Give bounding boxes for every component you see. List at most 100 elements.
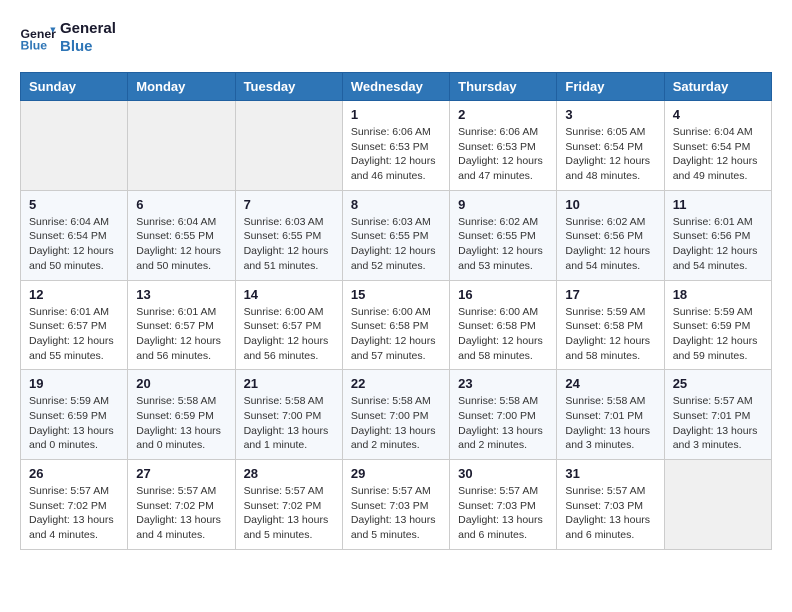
day-number: 26	[29, 466, 119, 481]
calendar-cell: 6 Sunrise: 6:04 AM Sunset: 6:55 PM Daylig…	[128, 190, 235, 280]
day-info: Sunrise: 6:02 AM Sunset: 6:55 PM Dayligh…	[458, 215, 548, 274]
day-info: Sunrise: 5:59 AM Sunset: 6:59 PM Dayligh…	[673, 305, 763, 364]
day-info: Sunrise: 5:57 AM Sunset: 7:02 PM Dayligh…	[29, 484, 119, 543]
day-number: 28	[244, 466, 334, 481]
svg-text:Blue: Blue	[21, 38, 48, 52]
calendar-week-row: 1Sunrise: 6:06 AM Sunset: 6:53 PM Daylig…	[21, 101, 772, 191]
day-header-saturday: Saturday	[664, 73, 771, 101]
calendar-cell	[21, 101, 128, 191]
calendar-cell: 3 Sunrise: 6:05 AM Sunset: 6:54 PM Daylig…	[557, 101, 664, 191]
day-info: Sunrise: 6:00 AM Sunset: 6:58 PM Dayligh…	[351, 305, 441, 364]
calendar-cell: 13Sunrise: 6:01 AM Sunset: 6:57 PM Dayli…	[128, 280, 235, 370]
calendar-cell: 18 Sunrise: 5:59 AM Sunset: 6:59 PM Dayli…	[664, 280, 771, 370]
day-info: Sunrise: 5:59 AM Sunset: 6:58 PM Dayligh…	[565, 305, 655, 364]
calendar-cell: 27Sunrise: 5:57 AM Sunset: 7:02 PM Dayli…	[128, 460, 235, 550]
day-info: Sunrise: 6:04 AM Sunset: 6:54 PM Dayligh…	[673, 125, 763, 184]
day-number: 31	[565, 466, 655, 481]
calendar-cell	[235, 101, 342, 191]
day-number: 20	[136, 376, 226, 391]
day-number: 21	[244, 376, 334, 391]
header: General Blue General Blue	[20, 20, 772, 56]
calendar-cell: 9 Sunrise: 6:02 AM Sunset: 6:55 PM Daylig…	[450, 190, 557, 280]
day-info: Sunrise: 5:58 AM Sunset: 7:00 PM Dayligh…	[244, 394, 334, 453]
day-info: Sunrise: 5:57 AM Sunset: 7:03 PM Dayligh…	[565, 484, 655, 543]
day-info: Sunrise: 6:06 AM Sunset: 6:53 PM Dayligh…	[458, 125, 548, 184]
day-info: Sunrise: 5:58 AM Sunset: 6:59 PM Dayligh…	[136, 394, 226, 453]
calendar-week-row: 19 Sunrise: 5:59 AM Sunset: 6:59 PM Dayli…	[21, 370, 772, 460]
day-info: Sunrise: 6:03 AM Sunset: 6:55 PM Dayligh…	[244, 215, 334, 274]
calendar-cell: 11 Sunrise: 6:01 AM Sunset: 6:56 PM Dayli…	[664, 190, 771, 280]
day-info: Sunrise: 6:01 AM Sunset: 6:57 PM Dayligh…	[29, 305, 119, 364]
calendar-cell: 17 Sunrise: 5:59 AM Sunset: 6:58 PM Dayli…	[557, 280, 664, 370]
day-number: 17	[565, 287, 655, 302]
day-info: Sunrise: 6:00 AM Sunset: 6:58 PM Dayligh…	[458, 305, 548, 364]
day-info: Sunrise: 5:59 AM Sunset: 6:59 PM Dayligh…	[29, 394, 119, 453]
calendar-cell	[128, 101, 235, 191]
calendar-cell: 23 Sunrise: 5:58 AM Sunset: 7:00 PM Dayli…	[450, 370, 557, 460]
day-number: 19	[29, 376, 119, 391]
day-number: 18	[673, 287, 763, 302]
day-info: Sunrise: 5:58 AM Sunset: 7:00 PM Dayligh…	[458, 394, 548, 453]
calendar-cell: 21 Sunrise: 5:58 AM Sunset: 7:00 PM Dayli…	[235, 370, 342, 460]
day-info: Sunrise: 6:05 AM Sunset: 6:54 PM Dayligh…	[565, 125, 655, 184]
day-info: Sunrise: 5:57 AM Sunset: 7:01 PM Dayligh…	[673, 394, 763, 453]
day-info: Sunrise: 6:01 AM Sunset: 6:56 PM Dayligh…	[673, 215, 763, 274]
day-number: 25	[673, 376, 763, 391]
logo-icon: General Blue	[20, 24, 56, 52]
day-info: Sunrise: 6:01 AM Sunset: 6:57 PM Dayligh…	[136, 305, 226, 364]
day-header-friday: Friday	[557, 73, 664, 101]
day-number: 7	[244, 197, 334, 212]
day-info: Sunrise: 6:04 AM Sunset: 6:54 PM Dayligh…	[29, 215, 119, 274]
logo-line2: Blue	[60, 38, 116, 56]
day-number: 14	[244, 287, 334, 302]
logo: General Blue General Blue	[20, 20, 116, 56]
day-number: 10	[565, 197, 655, 212]
day-number: 6	[136, 197, 226, 212]
day-info: Sunrise: 6:06 AM Sunset: 6:53 PM Dayligh…	[351, 125, 441, 184]
day-header-monday: Monday	[128, 73, 235, 101]
calendar-week-row: 12Sunrise: 6:01 AM Sunset: 6:57 PM Dayli…	[21, 280, 772, 370]
calendar-cell	[664, 460, 771, 550]
day-info: Sunrise: 5:58 AM Sunset: 7:00 PM Dayligh…	[351, 394, 441, 453]
calendar: SundayMondayTuesdayWednesdayThursdayFrid…	[20, 72, 772, 550]
calendar-cell: 12Sunrise: 6:01 AM Sunset: 6:57 PM Dayli…	[21, 280, 128, 370]
day-number: 5	[29, 197, 119, 212]
day-number: 30	[458, 466, 548, 481]
calendar-cell: 26 Sunrise: 5:57 AM Sunset: 7:02 PM Dayli…	[21, 460, 128, 550]
day-number: 4	[673, 107, 763, 122]
day-number: 11	[673, 197, 763, 212]
day-header-thursday: Thursday	[450, 73, 557, 101]
calendar-cell: 25 Sunrise: 5:57 AM Sunset: 7:01 PM Dayli…	[664, 370, 771, 460]
day-info: Sunrise: 5:58 AM Sunset: 7:01 PM Dayligh…	[565, 394, 655, 453]
day-number: 23	[458, 376, 548, 391]
day-number: 9	[458, 197, 548, 212]
day-info: Sunrise: 6:04 AM Sunset: 6:55 PM Dayligh…	[136, 215, 226, 274]
day-header-sunday: Sunday	[21, 73, 128, 101]
calendar-cell: 29 Sunrise: 5:57 AM Sunset: 7:03 PM Dayli…	[342, 460, 449, 550]
day-number: 16	[458, 287, 548, 302]
calendar-header-row: SundayMondayTuesdayWednesdayThursdayFrid…	[21, 73, 772, 101]
day-number: 8	[351, 197, 441, 212]
day-number: 29	[351, 466, 441, 481]
calendar-week-row: 26 Sunrise: 5:57 AM Sunset: 7:02 PM Dayli…	[21, 460, 772, 550]
calendar-cell: 1Sunrise: 6:06 AM Sunset: 6:53 PM Daylig…	[342, 101, 449, 191]
calendar-cell: 28Sunrise: 5:57 AM Sunset: 7:02 PM Dayli…	[235, 460, 342, 550]
day-header-wednesday: Wednesday	[342, 73, 449, 101]
day-number: 2	[458, 107, 548, 122]
calendar-cell: 4 Sunrise: 6:04 AM Sunset: 6:54 PM Daylig…	[664, 101, 771, 191]
calendar-cell: 16 Sunrise: 6:00 AM Sunset: 6:58 PM Dayli…	[450, 280, 557, 370]
calendar-cell: 14Sunrise: 6:00 AM Sunset: 6:57 PM Dayli…	[235, 280, 342, 370]
calendar-cell: 10 Sunrise: 6:02 AM Sunset: 6:56 PM Dayli…	[557, 190, 664, 280]
day-info: Sunrise: 6:03 AM Sunset: 6:55 PM Dayligh…	[351, 215, 441, 274]
calendar-cell: 22 Sunrise: 5:58 AM Sunset: 7:00 PM Dayli…	[342, 370, 449, 460]
day-number: 22	[351, 376, 441, 391]
calendar-week-row: 5 Sunrise: 6:04 AM Sunset: 6:54 PM Daylig…	[21, 190, 772, 280]
calendar-cell: 5 Sunrise: 6:04 AM Sunset: 6:54 PM Daylig…	[21, 190, 128, 280]
calendar-cell: 24Sunrise: 5:58 AM Sunset: 7:01 PM Dayli…	[557, 370, 664, 460]
calendar-cell: 30Sunrise: 5:57 AM Sunset: 7:03 PM Dayli…	[450, 460, 557, 550]
calendar-cell: 20 Sunrise: 5:58 AM Sunset: 6:59 PM Dayli…	[128, 370, 235, 460]
day-number: 3	[565, 107, 655, 122]
day-info: Sunrise: 6:02 AM Sunset: 6:56 PM Dayligh…	[565, 215, 655, 274]
day-info: Sunrise: 5:57 AM Sunset: 7:03 PM Dayligh…	[351, 484, 441, 543]
day-header-tuesday: Tuesday	[235, 73, 342, 101]
